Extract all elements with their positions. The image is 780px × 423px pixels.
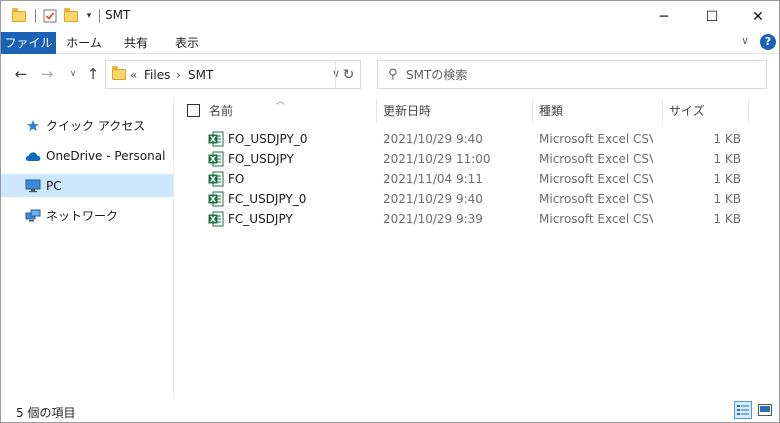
- status-item-count: 5 個の項目: [16, 406, 76, 420]
- file-name: FC_USDJPY_0: [228, 192, 307, 206]
- excel-csv-file-icon: X: [208, 191, 224, 207]
- svg-text:X: X: [210, 135, 217, 144]
- search-input[interactable]: [406, 66, 756, 84]
- breadcrumb-files[interactable]: Files: [144, 68, 170, 82]
- details-view-icon[interactable]: [734, 401, 752, 419]
- refresh-icon[interactable]: ↻: [335, 60, 361, 89]
- close-button[interactable]: ✕: [735, 1, 779, 32]
- excel-csv-file-icon: X: [208, 131, 224, 147]
- file-row[interactable]: X FO_USDJPY 2021/10/29 11:00 Microsoft E…: [175, 149, 755, 169]
- sidebar-item-pc[interactable]: PC: [1, 174, 173, 197]
- file-type: Microsoft Excel CSV ...: [539, 132, 653, 146]
- tab-home[interactable]: ホーム: [61, 32, 107, 54]
- file-date: 2021/10/29 11:00: [383, 152, 491, 166]
- back-arrow-icon[interactable]: ←: [11, 63, 31, 85]
- up-arrow-icon[interactable]: ↑: [83, 63, 103, 85]
- sidebar-item-label: ネットワーク: [46, 209, 119, 223]
- breadcrumb-separator: ›: [176, 68, 181, 82]
- file-name: FC_USDJPY: [228, 212, 293, 226]
- customize-toolbar-icon[interactable]: ▾: [83, 7, 95, 25]
- file-date: 2021/10/29 9:39: [383, 212, 483, 226]
- properties-icon[interactable]: [41, 7, 59, 25]
- file-size: 1 KB: [713, 152, 741, 166]
- recent-locations-chevron-icon[interactable]: ∨: [63, 63, 83, 85]
- file-name: FO: [228, 172, 245, 186]
- svg-text:X: X: [210, 175, 217, 184]
- file-type: Microsoft Excel CSV ...: [539, 212, 653, 226]
- excel-csv-file-icon: X: [208, 151, 224, 167]
- file-type: Microsoft Excel CSV ...: [539, 172, 653, 186]
- svg-text:X: X: [210, 195, 217, 204]
- toolbar-divider: [99, 9, 100, 23]
- tab-file[interactable]: ファイル: [1, 32, 56, 54]
- ribbon-expand-chevron-icon[interactable]: ∨: [741, 34, 749, 47]
- sidebar-item-quick-access[interactable]: クイック アクセス: [1, 114, 173, 137]
- title-bar: ▾ SMT ─ ☐ ✕: [1, 1, 779, 32]
- file-row[interactable]: X FO 2021/11/04 9:11 Microsoft Excel CSV…: [175, 169, 755, 189]
- help-icon[interactable]: ?: [760, 34, 776, 50]
- folder-icon: [11, 7, 27, 25]
- file-row[interactable]: X FC_USDJPY 2021/10/29 9:39 Microsoft Ex…: [175, 209, 755, 229]
- file-type: Microsoft Excel CSV ...: [539, 192, 653, 206]
- large-icons-view-icon[interactable]: [756, 401, 774, 419]
- forward-arrow-icon[interactable]: →: [37, 63, 57, 85]
- file-date: 2021/11/04 9:11: [383, 172, 483, 186]
- column-header-type[interactable]: 種類: [539, 99, 659, 123]
- column-divider[interactable]: [376, 99, 377, 123]
- search-box[interactable]: ⚲: [377, 60, 767, 89]
- file-size: 1 KB: [713, 172, 741, 186]
- file-date: 2021/10/29 9:40: [383, 132, 483, 146]
- monitor-icon: [25, 178, 41, 194]
- svg-text:X: X: [210, 155, 217, 164]
- explorer-window: ▾ SMT ─ ☐ ✕ ファイル ホーム 共有 表示 ∨ ? ← → ∨ ↑ «…: [0, 0, 780, 423]
- file-row[interactable]: X FC_USDJPY_0 2021/10/29 9:40 Microsoft …: [175, 189, 755, 209]
- tab-view[interactable]: 表示: [165, 32, 209, 54]
- excel-csv-file-icon: X: [208, 211, 224, 227]
- new-folder-icon[interactable]: [63, 7, 79, 25]
- file-date: 2021/10/29 9:40: [383, 192, 483, 206]
- excel-csv-file-icon: X: [208, 171, 224, 187]
- breadcrumb-overflow[interactable]: «: [130, 68, 137, 82]
- tab-share[interactable]: 共有: [115, 32, 157, 54]
- column-divider[interactable]: [748, 99, 749, 123]
- star-icon: [25, 118, 41, 134]
- svg-text:X: X: [210, 215, 217, 224]
- select-all-checkbox[interactable]: [187, 104, 200, 117]
- sidebar-item-label: OneDrive - Personal: [46, 148, 166, 163]
- minimize-button[interactable]: ─: [641, 1, 687, 32]
- network-icon: [25, 208, 41, 224]
- file-size: 1 KB: [713, 132, 741, 146]
- column-header-date[interactable]: 更新日時: [383, 99, 523, 123]
- sidebar-item-onedrive[interactable]: OneDrive - Personal: [1, 144, 173, 167]
- column-divider[interactable]: [532, 99, 533, 123]
- address-bar[interactable]: « Files › SMT ∨: [105, 60, 361, 89]
- breadcrumb-smt[interactable]: SMT: [188, 68, 213, 82]
- ribbon-tabs: ファイル ホーム 共有 表示 ∨ ?: [1, 32, 779, 54]
- search-icon: ⚲: [388, 67, 398, 82]
- maximize-button[interactable]: ☐: [689, 1, 735, 32]
- file-row[interactable]: X FO_USDJPY_0 2021/10/29 9:40 Microsoft …: [175, 129, 755, 149]
- file-size: 1 KB: [713, 212, 741, 226]
- window-title: SMT: [105, 8, 131, 22]
- column-divider[interactable]: [662, 99, 663, 123]
- file-name: FO_USDJPY_0: [228, 132, 308, 146]
- column-header-size[interactable]: サイズ: [669, 99, 739, 123]
- column-header-name[interactable]: 名前: [209, 99, 369, 123]
- cloud-icon: [25, 148, 41, 164]
- toolbar-divider: [35, 9, 36, 23]
- folder-icon: [112, 66, 126, 80]
- sidebar-item-network[interactable]: ネットワーク: [1, 204, 173, 227]
- file-name: FO_USDJPY: [228, 152, 294, 166]
- navigation-pane: クイック アクセス OneDrive - Personal PC ネットワーク: [1, 98, 174, 398]
- sidebar-item-label: PC: [46, 178, 62, 193]
- sidebar-item-label: クイック アクセス: [46, 119, 146, 133]
- file-size: 1 KB: [713, 192, 741, 206]
- file-type: Microsoft Excel CSV ...: [539, 152, 653, 166]
